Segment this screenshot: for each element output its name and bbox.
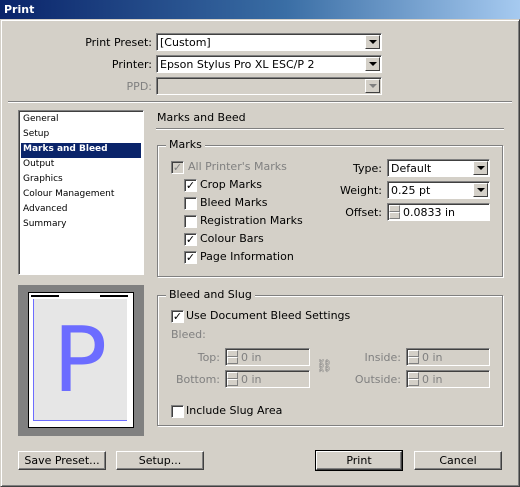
cancel-button[interactable]: Cancel (414, 451, 502, 470)
bleed-marks-label: Bleed Marks (200, 196, 268, 209)
spinner-arrows-icon (408, 350, 419, 364)
offset-stepper[interactable]: 0.0833 in (387, 203, 490, 221)
all-printers-marks-label: All Printer's Marks (188, 160, 287, 173)
print-button[interactable]: Print (315, 450, 403, 471)
category-item-summary[interactable]: Summary (21, 218, 141, 233)
type-label: Type: (353, 162, 382, 175)
chevron-down-icon[interactable] (365, 35, 380, 49)
category-item-marks-and-bleed[interactable]: Marks and Bleed (21, 143, 141, 158)
category-item-advanced[interactable]: Advanced (21, 203, 141, 218)
registration-marks-checkbox[interactable] (184, 215, 197, 228)
crop-marks-label: Crop Marks (200, 178, 263, 191)
window-title-bar[interactable]: Print (0, 0, 520, 19)
bleed-bottom-value: 0 in (241, 373, 262, 386)
bleed-top-value: 0 in (241, 351, 262, 364)
weight-label: Weight: (339, 184, 382, 197)
preview-mark (100, 295, 128, 297)
printer-value: Epson Stylus Pro XL ESC/P 2 (160, 58, 315, 71)
top-divider (8, 101, 512, 103)
all-printers-marks-checkbox[interactable]: ✓ (171, 161, 184, 174)
chevron-down-icon[interactable] (473, 161, 488, 175)
print-preset-value: [Custom] (160, 36, 211, 49)
setup-button[interactable]: Setup... (116, 451, 204, 470)
category-list[interactable]: General Setup Marks and Bleed Output Gra… (18, 110, 144, 275)
category-item-setup[interactable]: Setup (21, 128, 141, 143)
category-item-general[interactable]: General (21, 113, 141, 128)
spinner-arrows-icon (227, 372, 238, 386)
marks-group-title: Marks (166, 138, 205, 151)
bleed-top-stepper[interactable]: 0 in (225, 348, 310, 366)
page-information-label: Page Information (200, 250, 294, 263)
bleed-outside-stepper[interactable]: 0 in (406, 370, 490, 388)
category-item-graphics[interactable]: Graphics (21, 173, 141, 188)
use-document-bleed-checkbox[interactable]: ✓ (171, 310, 184, 323)
preview-glyph: P (52, 307, 108, 413)
use-document-bleed-label: Use Document Bleed Settings (186, 309, 351, 322)
type-select[interactable]: Default (387, 159, 490, 177)
preview-mark (31, 295, 59, 297)
printer-select[interactable]: Epson Stylus Pro XL ESC/P 2 (156, 55, 382, 73)
chevron-down-icon[interactable] (365, 57, 380, 71)
crop-marks-checkbox[interactable]: ✓ (184, 179, 197, 192)
category-item-output[interactable]: Output (21, 158, 141, 173)
weight-value: 0.25 pt (391, 184, 431, 197)
offset-label: Offset: (345, 206, 382, 219)
page-information-checkbox[interactable]: ✓ (184, 251, 197, 264)
chevron-down-icon (365, 79, 380, 93)
bleed-inside-value: 0 in (422, 351, 443, 364)
ppd-label: PPD: (126, 80, 152, 93)
offset-value: 0.0833 in (403, 206, 456, 219)
printer-label: Printer: (111, 58, 152, 71)
bleed-bottom-label: Bottom: (175, 373, 220, 386)
colour-bars-label: Colour Bars (200, 232, 264, 245)
chevron-down-icon[interactable] (473, 183, 488, 197)
type-value: Default (391, 162, 432, 175)
category-item-colour-management[interactable]: Colour Management (21, 188, 141, 203)
spinner-arrows-icon (227, 350, 238, 364)
bleed-inside-stepper[interactable]: 0 in (406, 348, 490, 366)
include-slug-area-label: Include Slug Area (186, 404, 283, 417)
weight-select[interactable]: 0.25 pt (387, 181, 490, 199)
print-preset-label: Print Preset: (85, 36, 152, 49)
section-divider (156, 128, 504, 130)
print-preset-select[interactable]: [Custom] (156, 33, 382, 51)
chain-link-icon[interactable]: ⛓ (316, 359, 333, 374)
bleed-marks-checkbox[interactable] (184, 197, 197, 210)
section-title: Marks and Beed (157, 111, 246, 124)
window-title: Print (4, 3, 35, 16)
bleed-outside-label: Outside: (354, 373, 401, 386)
bleed-bottom-stepper[interactable]: 0 in (225, 370, 310, 388)
ppd-select[interactable] (156, 77, 382, 95)
colour-bars-checkbox[interactable]: ✓ (184, 233, 197, 246)
bleed-slug-group-title: Bleed and Slug (166, 288, 255, 301)
bleed-inside-label: Inside: (364, 351, 401, 364)
bleed-label: Bleed: (171, 328, 206, 341)
bleed-top-label: Top: (197, 351, 220, 364)
save-preset-button[interactable]: Save Preset... (18, 451, 106, 470)
include-slug-area-checkbox[interactable] (171, 405, 184, 418)
bleed-outside-value: 0 in (422, 373, 443, 386)
registration-marks-label: Registration Marks (200, 214, 303, 227)
spinner-arrows-icon[interactable] (389, 205, 400, 219)
spinner-arrows-icon (408, 372, 419, 386)
